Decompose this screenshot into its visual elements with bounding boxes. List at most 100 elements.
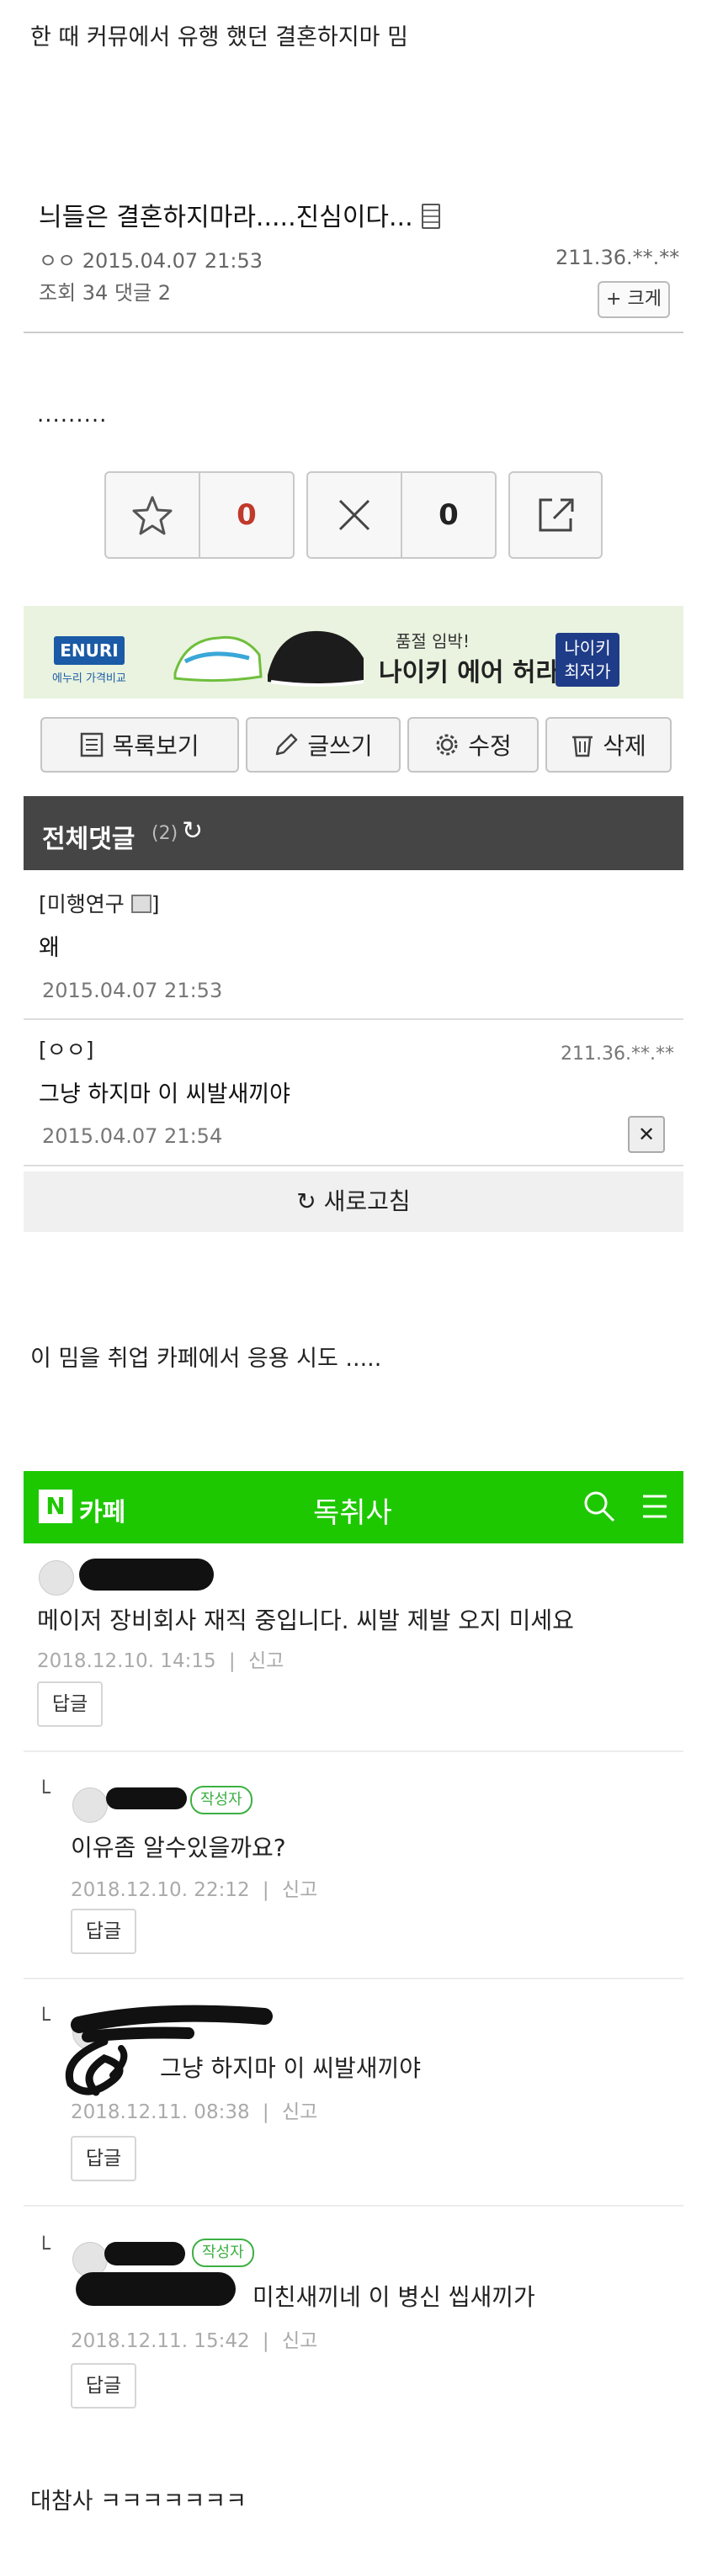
- enlarge-button[interactable]: + 크게: [598, 281, 670, 318]
- divider: [24, 1978, 683, 1979]
- comments-title: 전체댓글: [42, 825, 136, 854]
- caption-top: 한 때 커뮤에서 유행 했던 결혼하지마 밈: [30, 24, 408, 50]
- redacted-name: [106, 1787, 187, 1809]
- document-icon: [421, 204, 440, 229]
- reply-button[interactable]: 답글: [71, 2363, 136, 2409]
- comment-ip: 211.36.**.**: [561, 1044, 674, 1065]
- list-label: 목록보기: [112, 732, 199, 760]
- delete-comment-button[interactable]: ✕: [628, 1116, 665, 1153]
- reply-body: 미친새끼네 이 병신 씹새끼가: [252, 2283, 535, 2311]
- divider: [24, 1018, 683, 1020]
- reply-date: 2018.12.10. 22:12 | 신고: [71, 1879, 318, 1901]
- report-link[interactable]: 신고: [282, 2330, 317, 2352]
- not-recommend-button[interactable]: [308, 473, 402, 557]
- star-icon: [132, 496, 173, 535]
- close-x-icon: [338, 499, 370, 531]
- share-button[interactable]: [508, 471, 603, 559]
- ad-text-2: 나이키 에어 허라취: [379, 658, 582, 688]
- recommend-button[interactable]: [106, 473, 200, 557]
- reply-body: 이유좀 알수있을까요?: [71, 1834, 286, 1862]
- comments-header: 전체댓글 (2) ↻: [24, 796, 683, 870]
- reply-indent-icon: └: [37, 2237, 50, 2262]
- report-link[interactable]: 신고: [248, 1650, 284, 1672]
- reply-date: 2018.12.11. 15:42 | 신고: [71, 2330, 318, 2352]
- delete-button[interactable]: 삭제: [545, 717, 672, 773]
- cafe-label[interactable]: 카페: [79, 1491, 125, 1528]
- reply-date-text: 2018.12.11. 08:38: [71, 2101, 250, 2123]
- caption-bottom: 대참사 ㅋㅋㅋㅋㅋㅋㅋ: [30, 2488, 247, 2515]
- ad-logo: ENURI: [54, 636, 125, 665]
- comment-author: [미행연구 ]: [39, 888, 159, 918]
- trash-icon: [572, 736, 593, 757]
- refresh-icon: ↻: [296, 1187, 316, 1215]
- report-link[interactable]: 신고: [282, 2101, 317, 2123]
- caption-middle: 이 밈을 취업 카페에서 응용 시도 .....: [30, 1346, 382, 1372]
- reply-indent-icon: └: [37, 2008, 50, 2033]
- write-button[interactable]: 글쓰기: [246, 717, 401, 773]
- reply-indent-icon: └: [37, 1781, 50, 1806]
- reply-button[interactable]: 답글: [37, 1681, 103, 1727]
- write-label: 글쓰기: [307, 732, 373, 760]
- member-icon: [130, 895, 152, 913]
- reply-date-text: 2018.12.10. 14:15: [37, 1650, 216, 1672]
- comments-count: (2): [152, 823, 178, 844]
- divider: [24, 1750, 683, 1752]
- post-author-date: ㅇㅇ 2015.04.07 21:53: [39, 249, 263, 273]
- post-body: .........: [37, 402, 108, 428]
- reply-date: 2018.12.11. 08:38 | 신고: [71, 2101, 318, 2123]
- edit-button[interactable]: 수정: [407, 717, 539, 773]
- gear-icon: [436, 734, 458, 756]
- post-title: 늬들은 결혼하지마라.....진심이다...: [39, 196, 440, 233]
- reply-body: 그냥 하지마 이 씨발새끼야: [160, 2054, 422, 2082]
- author-badge: 작성자: [190, 1786, 252, 1814]
- author-badge: 작성자: [192, 2239, 254, 2267]
- menu-icon[interactable]: [640, 1491, 670, 1522]
- search-icon[interactable]: [582, 1490, 616, 1523]
- divider: [24, 2205, 683, 2207]
- recommend-count-cell: 0: [200, 473, 293, 557]
- delete-label: 삭제: [603, 732, 646, 760]
- comment-author: [ㅇㅇ]: [39, 1038, 94, 1062]
- sneakers-image: [173, 630, 364, 687]
- close-icon: ✕: [637, 1123, 656, 1146]
- ad-logo-sub: 에누리 가격비교: [52, 672, 126, 685]
- divider: [24, 332, 683, 333]
- post-title-text: 늬들은 결혼하지마라.....진심이다...: [39, 203, 413, 232]
- pencil-icon: [276, 733, 298, 756]
- not-recommend-count-cell: 0: [402, 473, 495, 557]
- share-icon: [539, 498, 574, 532]
- reply-date: 2018.12.10. 14:15 | 신고: [37, 1650, 284, 1672]
- refresh-icon[interactable]: ↻: [182, 816, 203, 846]
- reply-date-text: 2018.12.10. 22:12: [71, 1879, 250, 1901]
- edit-label: 수정: [468, 732, 512, 760]
- refresh-button[interactable]: ↻ 새로고침: [24, 1171, 683, 1232]
- list-icon: [81, 732, 104, 757]
- comment-body: 그냥 하지마 이 씨발새끼야: [39, 1081, 290, 1107]
- redacted-name: [79, 1559, 214, 1591]
- cafe-title[interactable]: 독취사: [313, 1490, 392, 1531]
- recommend-count: 0: [237, 498, 257, 532]
- reply-body: 메이저 장비회사 재직 중입니다. 씨발 제발 오지 미세요: [37, 1607, 574, 1634]
- not-recommend-count: 0: [439, 498, 459, 532]
- not-recommend-box: 0: [306, 471, 497, 559]
- ad-badge: 나이키 최저가: [556, 633, 619, 687]
- comment-date: 2015.04.07 21:53: [42, 979, 223, 1002]
- divider: [24, 1165, 683, 1166]
- comment-author-name: [미행연구: [39, 892, 125, 916]
- reply-button[interactable]: 답글: [71, 2136, 136, 2181]
- list-button[interactable]: 목록보기: [40, 717, 239, 773]
- recommend-box: 0: [104, 471, 295, 559]
- reply-date-text: 2018.12.11. 15:42: [71, 2330, 250, 2352]
- comment-body: 왜: [39, 935, 60, 961]
- reply-button[interactable]: 답글: [71, 1909, 136, 1954]
- comment-author-end: ]: [151, 892, 160, 916]
- avatar: [72, 1787, 108, 1823]
- redacted-name: [104, 2242, 185, 2265]
- comment-date: 2015.04.07 21:54: [42, 1124, 223, 1148]
- redacted-text: [76, 2272, 236, 2306]
- avatar: [39, 1560, 74, 1596]
- ad-text-1: 품절 임박!: [396, 631, 470, 651]
- naver-logo-icon[interactable]: N: [39, 1490, 72, 1523]
- post-stats: 조회 34 댓글 2: [39, 281, 172, 305]
- report-link[interactable]: 신고: [282, 1879, 317, 1901]
